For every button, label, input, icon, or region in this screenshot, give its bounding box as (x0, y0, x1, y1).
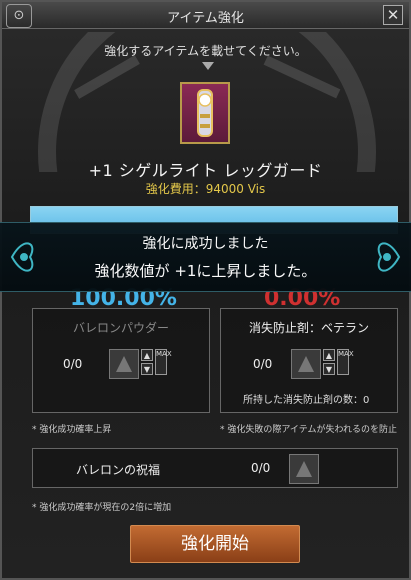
protector-slot-icon[interactable] (291, 349, 321, 379)
leg-guard-icon (197, 89, 213, 137)
window-title: アイテム強化 (167, 11, 244, 26)
enhance-window: ⊙ アイテム強化 ✕ 強化するアイテムを載せてください。 +1 シゲルライト レ… (0, 0, 411, 580)
powder-panel: バレロンパウダー 0/0 ▲ ▼ MAX (32, 308, 210, 413)
notice-success-text: 強化に成功しました (142, 236, 269, 252)
result-notice: 強化に成功しました 強化数値が +1に上昇しました。 (0, 222, 411, 292)
blessing-panel: バレロンの祝福 0/0 (32, 448, 398, 488)
protector-decrease-button[interactable]: ▼ (323, 363, 335, 375)
protector-panel: 消失防止剤：ベテラン 0/0 ▲ ▼ MAX 所持した消失防止剤の数：0 (220, 308, 398, 413)
blessing-note: * 強化成功確率が現在の2倍に増加 (32, 503, 172, 513)
protector-owned-count: 所持した消失防止剤の数：0 (243, 395, 370, 406)
blessing-slot-icon[interactable] (289, 454, 319, 484)
notice-level-text: 強化数値が +1に上昇しました。 (94, 262, 317, 280)
powder-title: バレロンパウダー (72, 321, 169, 335)
powder-slot-icon[interactable] (109, 349, 139, 379)
instruction-text: 強化するアイテムを載せてください。 (104, 44, 307, 58)
protector-increase-button[interactable]: ▲ (323, 349, 335, 361)
powder-note: * 強化成功確率上昇 (32, 425, 112, 435)
powder-count: 0/0 (63, 357, 83, 371)
enhance-cost: 強化費用：94000 Vis (145, 182, 266, 196)
item-name: +1 シゲルライト レッグガード (88, 161, 323, 180)
start-enhance-button[interactable]: 強化開始 (130, 525, 300, 563)
title-bar[interactable]: ⊙ アイテム強化 ✕ (2, 2, 409, 29)
protector-title: 消失防止剤：ベテラン (248, 321, 369, 335)
powder-max-button[interactable]: MAX (155, 349, 172, 375)
protector-count: 0/0 (253, 357, 273, 371)
blessing-count: 0/0 (251, 461, 271, 475)
right-ornament-icon (377, 242, 401, 272)
protector-note: * 強化失敗の際アイテムが失われるのを防止 (220, 425, 398, 435)
powder-increase-button[interactable]: ▲ (141, 349, 153, 361)
down-arrow-icon (202, 62, 214, 70)
item-slot[interactable] (180, 82, 230, 144)
close-button[interactable]: ✕ (383, 5, 403, 25)
protector-max-button[interactable]: MAX (337, 349, 354, 375)
blessing-title: バレロンの祝福 (75, 463, 160, 477)
powder-decrease-button[interactable]: ▼ (141, 363, 153, 375)
